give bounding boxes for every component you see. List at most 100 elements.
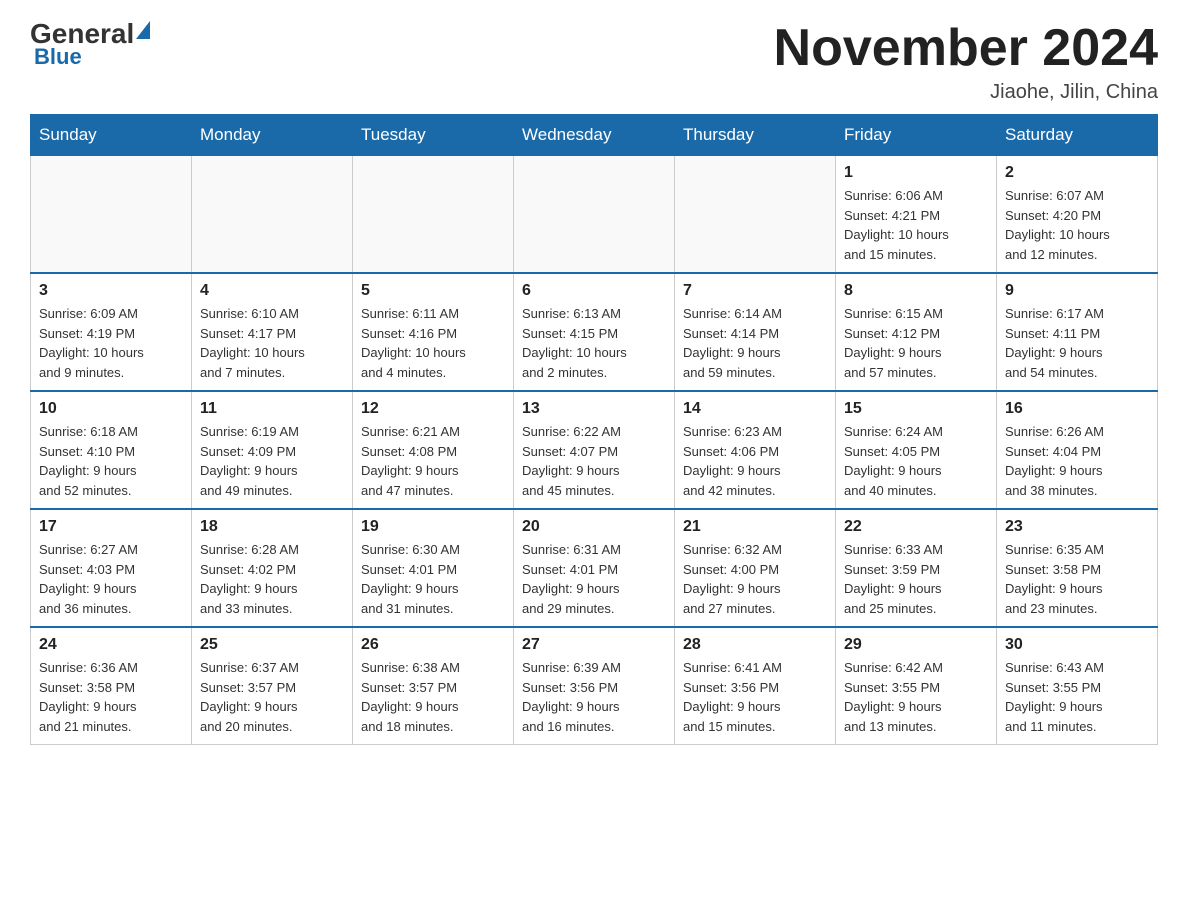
month-title: November 2024 bbox=[774, 20, 1158, 77]
day-info: Sunrise: 6:27 AM Sunset: 4:03 PM Dayligh… bbox=[39, 540, 183, 618]
day-number: 15 bbox=[844, 400, 988, 418]
calendar-cell: 13 Sunrise: 6:22 AM Sunset: 4:07 PM Dayli… bbox=[514, 391, 675, 509]
weekday-header-wednesday: Wednesday bbox=[514, 115, 675, 156]
day-number: 17 bbox=[39, 518, 183, 536]
calendar-cell: 22Sunrise: 6:33 AM Sunset: 3:59 PM Dayli… bbox=[836, 509, 997, 627]
day-info: Sunrise: 6:35 AM Sunset: 3:58 PM Dayligh… bbox=[1005, 540, 1149, 618]
page-header: General Blue November 2024 Jiaohe, Jilin… bbox=[30, 20, 1158, 104]
day-info: Sunrise: 6:10 AM Sunset: 4:17 PM Dayligh… bbox=[200, 304, 344, 382]
calendar-cell: 18 Sunrise: 6:28 AM Sunset: 4:02 PM Dayli… bbox=[192, 509, 353, 627]
day-info: Sunrise: 6:36 AM Sunset: 3:58 PM Dayligh… bbox=[39, 658, 183, 736]
day-info: Sunrise: 6:22 AM Sunset: 4:07 PM Dayligh… bbox=[522, 422, 666, 500]
day-number: 1 bbox=[844, 164, 988, 182]
week-row-1: 1 Sunrise: 6:06 AM Sunset: 4:21 PM Daylig… bbox=[31, 156, 1158, 274]
day-number: 20 bbox=[522, 518, 666, 536]
day-info: Sunrise: 6:24 AM Sunset: 4:05 PM Dayligh… bbox=[844, 422, 988, 500]
calendar-cell: 20 Sunrise: 6:31 AM Sunset: 4:01 PM Dayli… bbox=[514, 509, 675, 627]
day-info: Sunrise: 6:33 AM Sunset: 3:59 PM Dayligh… bbox=[844, 540, 988, 618]
day-info: Sunrise: 6:06 AM Sunset: 4:21 PM Dayligh… bbox=[844, 186, 988, 264]
day-info: Sunrise: 6:11 AM Sunset: 4:16 PM Dayligh… bbox=[361, 304, 505, 382]
day-number: 19 bbox=[361, 518, 505, 536]
day-info: Sunrise: 6:31 AM Sunset: 4:01 PM Dayligh… bbox=[522, 540, 666, 618]
weekday-header-sunday: Sunday bbox=[31, 115, 192, 156]
logo-triangle-icon bbox=[136, 21, 150, 39]
day-info: Sunrise: 6:07 AM Sunset: 4:20 PM Dayligh… bbox=[1005, 186, 1149, 264]
weekday-header-tuesday: Tuesday bbox=[353, 115, 514, 156]
day-info: Sunrise: 6:42 AM Sunset: 3:55 PM Dayligh… bbox=[844, 658, 988, 736]
calendar-cell: 26 Sunrise: 6:38 AM Sunset: 3:57 PM Dayli… bbox=[353, 627, 514, 745]
calendar-cell: 1 Sunrise: 6:06 AM Sunset: 4:21 PM Daylig… bbox=[836, 156, 997, 274]
day-number: 13 bbox=[522, 400, 666, 418]
calendar-cell bbox=[675, 156, 836, 274]
day-info: Sunrise: 6:37 AM Sunset: 3:57 PM Dayligh… bbox=[200, 658, 344, 736]
weekday-header-saturday: Saturday bbox=[997, 115, 1158, 156]
day-number: 10 bbox=[39, 400, 183, 418]
calendar-cell: 15 Sunrise: 6:24 AM Sunset: 4:05 PM Dayli… bbox=[836, 391, 997, 509]
day-info: Sunrise: 6:26 AM Sunset: 4:04 PM Dayligh… bbox=[1005, 422, 1149, 500]
day-number: 3 bbox=[39, 282, 183, 300]
calendar-cell: 2 Sunrise: 6:07 AM Sunset: 4:20 PM Daylig… bbox=[997, 156, 1158, 274]
day-number: 16 bbox=[1005, 400, 1149, 418]
logo: General Blue bbox=[30, 20, 150, 70]
calendar-cell: 29 Sunrise: 6:42 AM Sunset: 3:55 PM Dayli… bbox=[836, 627, 997, 745]
day-info: Sunrise: 6:14 AM Sunset: 4:14 PM Dayligh… bbox=[683, 304, 827, 382]
weekday-header-row: SundayMondayTuesdayWednesdayThursdayFrid… bbox=[31, 115, 1158, 156]
day-info: Sunrise: 6:39 AM Sunset: 3:56 PM Dayligh… bbox=[522, 658, 666, 736]
day-info: Sunrise: 6:13 AM Sunset: 4:15 PM Dayligh… bbox=[522, 304, 666, 382]
calendar-cell: 14Sunrise: 6:23 AM Sunset: 4:06 PM Dayli… bbox=[675, 391, 836, 509]
weekday-header-monday: Monday bbox=[192, 115, 353, 156]
calendar-cell: 6 Sunrise: 6:13 AM Sunset: 4:15 PM Daylig… bbox=[514, 273, 675, 391]
day-number: 11 bbox=[200, 400, 344, 418]
calendar-cell: 27 Sunrise: 6:39 AM Sunset: 3:56 PM Dayli… bbox=[514, 627, 675, 745]
day-info: Sunrise: 6:32 AM Sunset: 4:00 PM Dayligh… bbox=[683, 540, 827, 618]
calendar-cell: 21Sunrise: 6:32 AM Sunset: 4:00 PM Dayli… bbox=[675, 509, 836, 627]
calendar-cell: 11 Sunrise: 6:19 AM Sunset: 4:09 PM Dayli… bbox=[192, 391, 353, 509]
location: Jiaohe, Jilin, China bbox=[774, 81, 1158, 104]
logo-blue-text: Blue bbox=[34, 44, 82, 70]
calendar-cell: 25Sunrise: 6:37 AM Sunset: 3:57 PM Dayli… bbox=[192, 627, 353, 745]
calendar-cell: 3 Sunrise: 6:09 AM Sunset: 4:19 PM Daylig… bbox=[31, 273, 192, 391]
day-number: 6 bbox=[522, 282, 666, 300]
day-number: 23 bbox=[1005, 518, 1149, 536]
title-block: November 2024 Jiaohe, Jilin, China bbox=[774, 20, 1158, 104]
week-row-5: 24 Sunrise: 6:36 AM Sunset: 3:58 PM Dayli… bbox=[31, 627, 1158, 745]
week-row-3: 10 Sunrise: 6:18 AM Sunset: 4:10 PM Dayli… bbox=[31, 391, 1158, 509]
calendar-cell: 4 Sunrise: 6:10 AM Sunset: 4:17 PM Daylig… bbox=[192, 273, 353, 391]
day-info: Sunrise: 6:41 AM Sunset: 3:56 PM Dayligh… bbox=[683, 658, 827, 736]
calendar-cell: 7Sunrise: 6:14 AM Sunset: 4:14 PM Daylig… bbox=[675, 273, 836, 391]
day-info: Sunrise: 6:30 AM Sunset: 4:01 PM Dayligh… bbox=[361, 540, 505, 618]
day-info: Sunrise: 6:28 AM Sunset: 4:02 PM Dayligh… bbox=[200, 540, 344, 618]
week-row-4: 17 Sunrise: 6:27 AM Sunset: 4:03 PM Dayli… bbox=[31, 509, 1158, 627]
day-info: Sunrise: 6:18 AM Sunset: 4:10 PM Dayligh… bbox=[39, 422, 183, 500]
day-number: 2 bbox=[1005, 164, 1149, 182]
day-number: 4 bbox=[200, 282, 344, 300]
day-number: 26 bbox=[361, 636, 505, 654]
calendar-cell: 30 Sunrise: 6:43 AM Sunset: 3:55 PM Dayli… bbox=[997, 627, 1158, 745]
day-number: 29 bbox=[844, 636, 988, 654]
day-info: Sunrise: 6:38 AM Sunset: 3:57 PM Dayligh… bbox=[361, 658, 505, 736]
calendar-cell bbox=[31, 156, 192, 274]
calendar-cell: 28Sunrise: 6:41 AM Sunset: 3:56 PM Dayli… bbox=[675, 627, 836, 745]
calendar-cell: 16 Sunrise: 6:26 AM Sunset: 4:04 PM Dayli… bbox=[997, 391, 1158, 509]
calendar-cell: 19 Sunrise: 6:30 AM Sunset: 4:01 PM Dayli… bbox=[353, 509, 514, 627]
calendar-cell: 24 Sunrise: 6:36 AM Sunset: 3:58 PM Dayli… bbox=[31, 627, 192, 745]
calendar-cell bbox=[192, 156, 353, 274]
weekday-header-friday: Friday bbox=[836, 115, 997, 156]
day-number: 5 bbox=[361, 282, 505, 300]
calendar-cell bbox=[353, 156, 514, 274]
day-number: 8 bbox=[844, 282, 988, 300]
calendar-cell: 12Sunrise: 6:21 AM Sunset: 4:08 PM Dayli… bbox=[353, 391, 514, 509]
day-number: 30 bbox=[1005, 636, 1149, 654]
day-info: Sunrise: 6:17 AM Sunset: 4:11 PM Dayligh… bbox=[1005, 304, 1149, 382]
day-info: Sunrise: 6:23 AM Sunset: 4:06 PM Dayligh… bbox=[683, 422, 827, 500]
day-number: 18 bbox=[200, 518, 344, 536]
day-info: Sunrise: 6:09 AM Sunset: 4:19 PM Dayligh… bbox=[39, 304, 183, 382]
day-info: Sunrise: 6:15 AM Sunset: 4:12 PM Dayligh… bbox=[844, 304, 988, 382]
week-row-2: 3 Sunrise: 6:09 AM Sunset: 4:19 PM Daylig… bbox=[31, 273, 1158, 391]
day-info: Sunrise: 6:21 AM Sunset: 4:08 PM Dayligh… bbox=[361, 422, 505, 500]
day-number: 27 bbox=[522, 636, 666, 654]
day-info: Sunrise: 6:19 AM Sunset: 4:09 PM Dayligh… bbox=[200, 422, 344, 500]
calendar-cell: 23 Sunrise: 6:35 AM Sunset: 3:58 PM Dayli… bbox=[997, 509, 1158, 627]
day-number: 24 bbox=[39, 636, 183, 654]
day-info: Sunrise: 6:43 AM Sunset: 3:55 PM Dayligh… bbox=[1005, 658, 1149, 736]
